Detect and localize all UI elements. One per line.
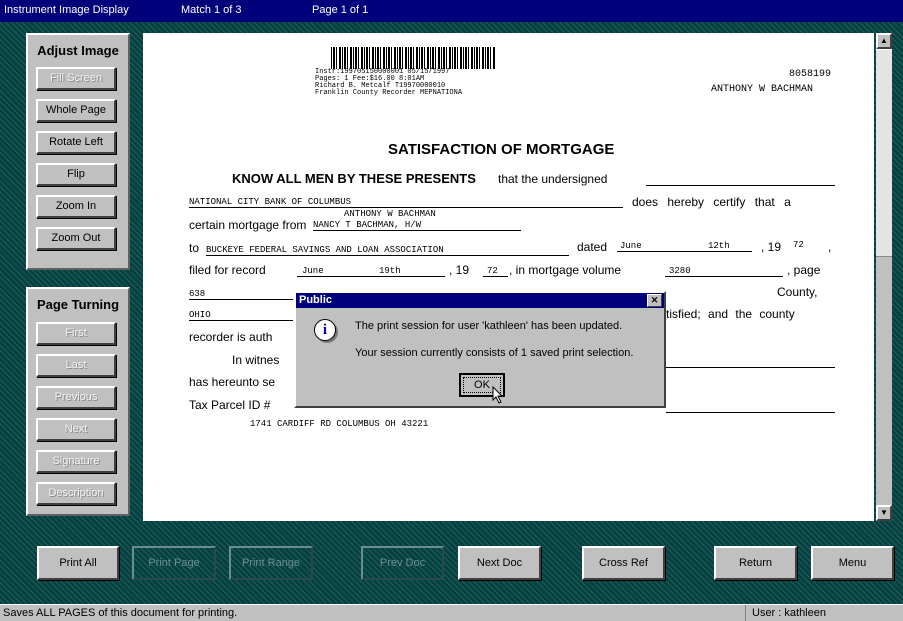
print-page-button[interactable]: Print Page xyxy=(132,546,216,580)
know-all-bold: KNOW ALL MEN BY THESE PRESENTS xyxy=(232,171,476,186)
zoom-in-button[interactable]: Zoom In xyxy=(36,195,116,218)
state-text: OHIO xyxy=(189,310,211,320)
dialog-title-bar: Public ✕ xyxy=(296,293,664,308)
page-indicator: Page 1 of 1 xyxy=(312,4,369,16)
reference-number: 8058199 xyxy=(789,69,832,80)
vertical-scrollbar[interactable]: ▲ ▼ xyxy=(876,33,892,521)
undersigned-line xyxy=(646,185,835,186)
mouse-cursor-icon xyxy=(492,386,504,404)
filed-month: June xyxy=(302,266,324,276)
property-address: 1741 CARDIFF RD COLUMBUS OH 43221 xyxy=(250,419,429,429)
recorder-text: recorder is auth xyxy=(189,330,273,344)
status-divider xyxy=(745,605,746,621)
to-text: to xyxy=(189,241,200,255)
dialog-close-icon[interactable]: ✕ xyxy=(647,294,662,307)
filed-day: 19th xyxy=(379,266,401,276)
tax-parcel-text: Tax Parcel ID # xyxy=(189,398,271,412)
certain-mortgage-text: certain mortgage from xyxy=(189,218,307,232)
description-button[interactable]: Description xyxy=(36,482,116,505)
filed-text: filed for record xyxy=(189,263,266,277)
dated-month: June xyxy=(620,241,642,251)
witness-line xyxy=(666,367,835,368)
return-button[interactable]: Return xyxy=(714,546,797,580)
lender-name: BUCKEYE FEDERAL SAVINGS AND LOAN ASSOCIA… xyxy=(206,245,444,255)
whole-page-button[interactable]: Whole Page xyxy=(36,99,116,122)
page-number: 638 xyxy=(189,289,206,299)
volume-line xyxy=(665,276,783,277)
hereunto-text: has hereunto se xyxy=(189,375,276,389)
satisfied-text: tisfied; and the county xyxy=(666,307,795,321)
scroll-thumb[interactable] xyxy=(876,49,892,257)
tax-parcel-line xyxy=(666,412,835,413)
previous-button[interactable]: Previous xyxy=(36,386,116,409)
fill-screen-button[interactable]: Fill Screen xyxy=(36,67,116,90)
first-button[interactable]: First xyxy=(36,322,116,345)
state-line xyxy=(189,320,293,321)
dialog-message-1: The print session for user 'kathleen' ha… xyxy=(355,320,623,332)
dialog-title: Public xyxy=(299,294,333,306)
dated-year: 72 xyxy=(793,240,804,250)
adjust-image-title: Adjust Image xyxy=(37,43,119,58)
mortgagor-2: NANCY T BACHMAN, H/W xyxy=(313,220,422,230)
does-certify-text: does hereby certify that a xyxy=(632,195,791,209)
dated-text: dated xyxy=(577,240,608,254)
page-text: , page xyxy=(787,263,821,277)
next-button[interactable]: Next xyxy=(36,418,116,441)
document-image: Instr:199705150000001 05/15/1997 Pages: … xyxy=(143,33,874,521)
document-heading: SATISFACTION OF MORTGAGE xyxy=(388,141,615,158)
volume-number: 3280 xyxy=(669,266,691,276)
print-all-button[interactable]: Print All xyxy=(37,546,119,580)
comma: , xyxy=(828,240,832,254)
barcode xyxy=(331,47,496,69)
info-glyph: i xyxy=(322,322,328,338)
last-button[interactable]: Last xyxy=(36,354,116,377)
page-turning-title: Page Turning xyxy=(36,297,120,312)
mortgagor-line xyxy=(313,230,521,231)
cross-ref-button[interactable]: Cross Ref xyxy=(582,546,665,580)
title-bar: Instrument Image Display Match 1 of 3 Pa… xyxy=(0,0,903,22)
lender-line xyxy=(206,255,569,256)
status-bar: Saves ALL PAGES of this document for pri… xyxy=(0,604,903,621)
scroll-up-icon[interactable]: ▲ xyxy=(876,33,892,49)
county-text: County, xyxy=(777,285,818,299)
volume-text: , in mortgage volume xyxy=(509,263,622,277)
flip-button[interactable]: Flip xyxy=(36,163,116,186)
dialog-message-2: Your session currently consists of 1 sav… xyxy=(355,347,634,359)
menu-button[interactable]: Menu xyxy=(811,546,894,580)
filed-year-line xyxy=(483,276,508,277)
know-all-rest: that the undersigned xyxy=(498,172,608,186)
app-title: Instrument Image Display xyxy=(4,4,129,16)
status-user: User : kathleen xyxy=(752,607,826,619)
prev-doc-button[interactable]: Prev Doc xyxy=(361,546,444,580)
year-prefix-2: , 19 xyxy=(449,263,470,277)
public-dialog: Public ✕ i The print session for user 'k… xyxy=(294,291,666,408)
zoom-out-button[interactable]: Zoom Out xyxy=(36,227,116,250)
page-line xyxy=(189,299,293,300)
filed-year: 72 xyxy=(487,266,498,276)
stamp-line: Franklin County Recorder MEPNATIONA xyxy=(315,89,463,97)
recording-stamp: Instr:199705150000001 05/15/1997 Pages: … xyxy=(315,69,462,97)
dated-line xyxy=(617,251,752,252)
signature-button[interactable]: Signature xyxy=(36,450,116,473)
dated-day: 12th xyxy=(708,241,730,251)
reference-name: ANTHONY W BACHMAN xyxy=(711,84,814,95)
scroll-down-icon[interactable]: ▼ xyxy=(876,505,892,521)
mortgagor-1: ANTHONY W BACHMAN xyxy=(344,209,436,219)
status-message: Saves ALL PAGES of this document for pri… xyxy=(3,607,238,619)
next-doc-button[interactable]: Next Doc xyxy=(458,546,541,580)
bank-name: NATIONAL CITY BANK OF COLUMBUS xyxy=(189,197,352,207)
rotate-left-button[interactable]: Rotate Left xyxy=(36,131,116,154)
bank-line xyxy=(189,207,623,208)
print-range-button[interactable]: Print Range xyxy=(229,546,313,580)
witness-text: In witnes xyxy=(232,353,280,367)
filed-line xyxy=(297,276,445,277)
info-icon: i xyxy=(314,319,336,341)
match-indicator: Match 1 of 3 xyxy=(181,4,242,16)
year-prefix-1: , 19 xyxy=(761,240,782,254)
